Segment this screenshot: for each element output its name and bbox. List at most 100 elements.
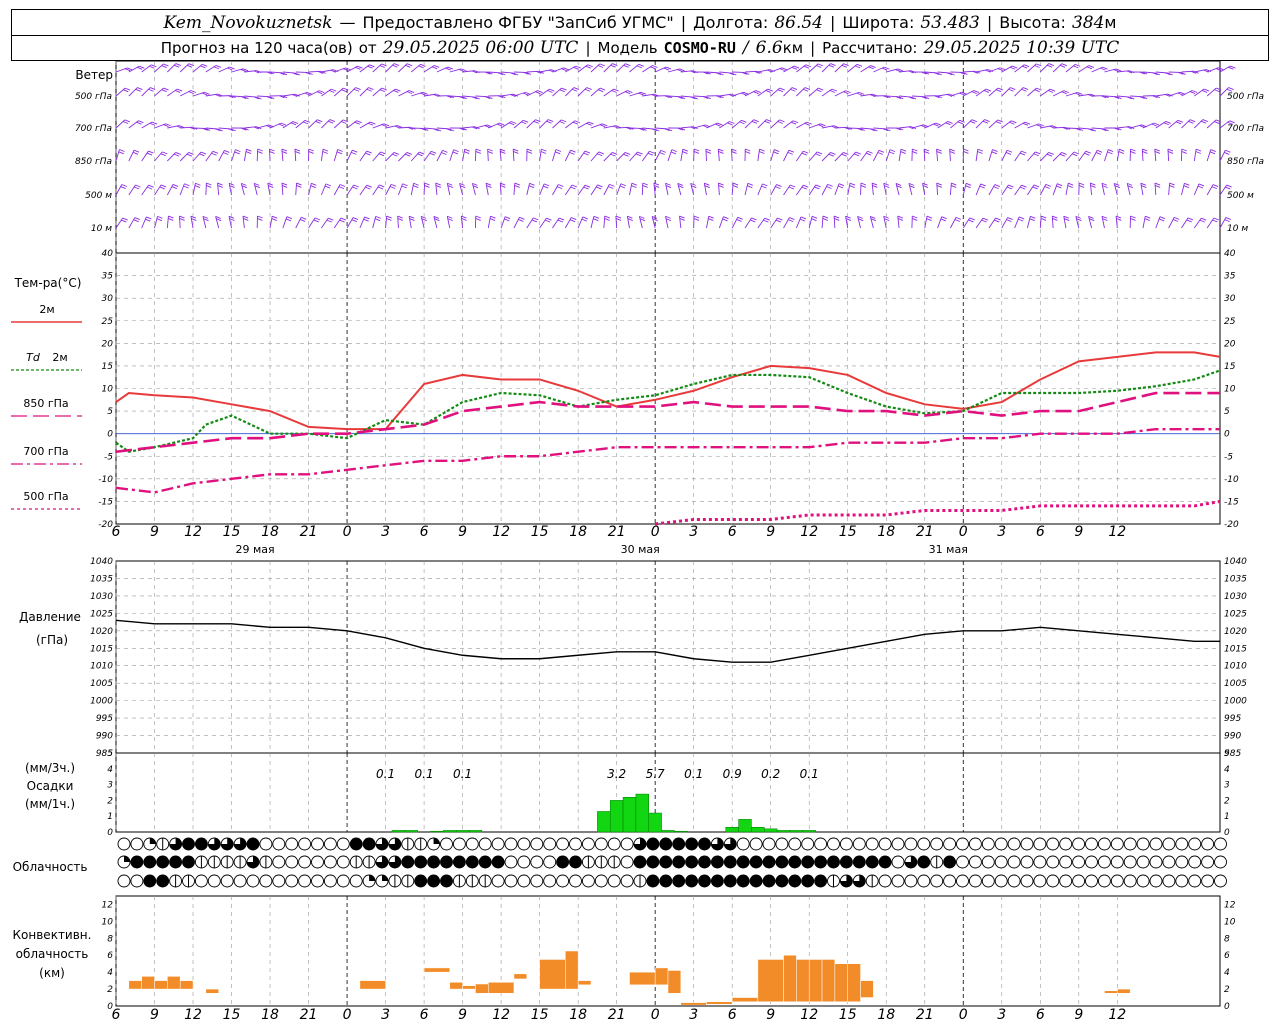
wind-barb-flag	[160, 184, 167, 188]
wind-barb	[166, 184, 174, 196]
cloud-symbol-fill	[124, 856, 130, 862]
wind-barb-flag	[805, 64, 812, 68]
precip-3h-label: 0.1	[376, 767, 395, 781]
precip-ytick-left: 0	[107, 828, 113, 838]
cloud-symbol	[362, 837, 376, 851]
cloud-symbol	[710, 874, 724, 888]
conv-bar	[706, 1001, 733, 1005]
wind-barb-flag	[759, 151, 765, 154]
wind-barb-flag	[328, 217, 334, 221]
wind-barb-flag	[1040, 218, 1047, 221]
wind-barb-flag	[995, 89, 1002, 93]
wind-barb	[205, 182, 207, 196]
wind-barb-flag	[547, 90, 553, 93]
cloud-symbol	[956, 855, 969, 869]
wind-barb	[629, 183, 633, 196]
wind-barb	[410, 151, 420, 162]
wind-barb	[857, 216, 861, 229]
wind-barb-flag	[747, 185, 753, 189]
cloud-symbol	[749, 874, 763, 888]
temp-ytick-right: 25	[1224, 317, 1236, 327]
wind-barb	[1078, 65, 1090, 73]
wind-barb-flag	[213, 66, 220, 70]
wind-barb-flag	[1130, 215, 1136, 219]
wind-barb-flag	[587, 64, 593, 68]
temp-xtick: 9	[1074, 524, 1083, 540]
wind-barb-flag	[708, 215, 714, 219]
cloud-symbol	[930, 874, 944, 888]
wind-barb	[205, 151, 214, 162]
conv-bar	[847, 963, 861, 1003]
cloud-symbol	[117, 874, 131, 888]
wind-barb-flag	[1090, 182, 1096, 186]
wind-barb-flag	[963, 150, 969, 154]
wind-barb-flag	[1047, 90, 1054, 93]
cloud-symbol	[1188, 837, 1202, 851]
wind-barb	[215, 216, 220, 229]
wind-barb	[1075, 216, 1080, 229]
cloud-symbol	[401, 855, 415, 869]
temp-xtick: 6	[112, 524, 121, 540]
wind-barb-flag	[971, 119, 978, 123]
temp-ytick-left: -15	[98, 497, 113, 507]
pressure-ytick-right: 1040	[1224, 557, 1247, 567]
wind-barb-flag	[122, 121, 129, 124]
wind-barb-flag	[381, 87, 387, 91]
wind-barb-flag	[379, 65, 385, 68]
conv-xtick: 0	[959, 1007, 968, 1023]
wind-barb	[167, 63, 177, 73]
wind-barb-flag	[625, 63, 631, 67]
conv-bar	[488, 982, 515, 994]
cloud-symbol	[1162, 874, 1176, 888]
wind-barb-flag	[751, 217, 757, 221]
wind-barb-flag	[316, 91, 323, 95]
cloud-symbol	[775, 874, 789, 888]
cloud-symbol	[323, 855, 337, 869]
wind-barb	[154, 63, 164, 73]
wind-barb-flag	[671, 149, 677, 153]
wind-barb	[228, 183, 232, 196]
wind-barb	[1167, 148, 1170, 162]
wind-barb	[603, 63, 613, 73]
wind-barb-flag	[519, 216, 525, 220]
cloud-symbol	[272, 874, 286, 888]
wind-barb-flag	[870, 65, 876, 68]
wind-barb-flag	[834, 218, 840, 221]
wind-barb-flag	[386, 215, 392, 219]
wind-barb-flag	[1012, 65, 1018, 69]
conv-bar	[167, 976, 181, 990]
wind-barb-flag	[1061, 63, 1067, 67]
wind-barb-flag	[514, 185, 520, 188]
cloud-symbol	[865, 855, 879, 869]
wind-barb	[1142, 216, 1146, 229]
wind-barb	[922, 183, 926, 196]
wind-barb	[552, 184, 559, 196]
wind-barb	[834, 152, 844, 162]
wind-barb-flag	[137, 87, 143, 91]
conv-xtick: 0	[343, 1007, 352, 1023]
wind-barb	[512, 148, 515, 162]
wind-barb-flag	[136, 121, 142, 125]
wind-barb	[308, 183, 312, 196]
cloud-symbol	[956, 874, 969, 888]
wind-barb	[1219, 217, 1227, 229]
wind-barb-flag	[926, 218, 932, 221]
temp-xtick: 3	[997, 524, 1006, 540]
temp-ytick-left: -5	[104, 452, 113, 462]
wind-barb	[564, 217, 572, 229]
wind-barb	[908, 183, 913, 196]
wind-barb-flag	[788, 186, 795, 190]
wind-barb	[564, 184, 573, 196]
cloud-symbol	[646, 855, 660, 869]
wind-barb-flag	[179, 217, 185, 221]
pressure-title: Давление	[19, 610, 81, 624]
wind-barb	[321, 217, 329, 229]
cloud-symbol	[762, 874, 776, 888]
cloud-symbol	[672, 855, 686, 869]
cloud-symbol	[1059, 874, 1073, 888]
cloud-symbol	[1020, 837, 1034, 851]
cloud-symbol	[1149, 855, 1163, 869]
cloud-symbol	[968, 837, 982, 851]
wind-barb-flag	[453, 149, 459, 153]
wind-barb	[1065, 183, 1069, 196]
